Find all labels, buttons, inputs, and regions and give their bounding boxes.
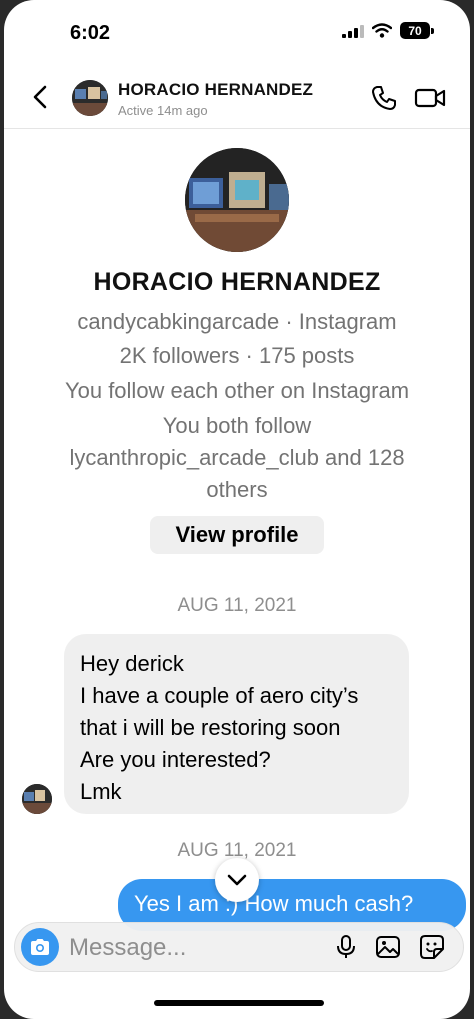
phone-icon[interactable] — [370, 84, 398, 112]
date-separator: AUG 11, 2021 — [177, 595, 297, 616]
arcade-photo-icon — [185, 148, 289, 252]
arcade-photo-icon — [22, 784, 52, 814]
message-line: Hey derick — [80, 651, 184, 676]
profile-handle: candycabkingarcade · Instagram — [77, 309, 397, 334]
arcade-photo-icon — [72, 80, 108, 116]
view-profile-button[interactable]: View profile — [150, 516, 324, 554]
chevron-down-icon — [227, 874, 247, 886]
battery-tip — [431, 27, 434, 34]
cellular-signal-icon — [342, 24, 364, 38]
profile-name: HORACIO HERNANDEZ — [93, 268, 381, 296]
image-icon[interactable] — [375, 934, 401, 960]
message-line: Lmk — [80, 779, 122, 804]
status-time: 6:02 — [70, 22, 111, 44]
camera-icon — [31, 939, 49, 955]
message-composer — [14, 922, 464, 972]
profile-stats: 2K followers · 175 posts — [119, 343, 355, 368]
header-title[interactable]: HORACIO HERNANDEZ — [118, 80, 313, 100]
battery-indicator: 70 — [400, 22, 430, 39]
mutual-follow-line: lycanthropic_arcade_club and 128 — [69, 445, 405, 470]
message-line: Are you interested? — [80, 747, 271, 772]
chevron-left-icon[interactable] — [30, 84, 52, 110]
follow-status: You follow each other on Instagram — [64, 378, 410, 403]
home-indicator — [154, 1000, 324, 1006]
message-line: I have a couple of aero city’s — [80, 683, 359, 708]
mutual-follow-line: You both follow — [162, 413, 312, 438]
received-message[interactable]: Hey derick I have a couple of aero city’… — [64, 634, 409, 814]
profile-avatar[interactable] — [185, 148, 289, 252]
camera-button[interactable] — [21, 928, 59, 966]
mutual-follow-line: others — [206, 477, 268, 502]
status-icons: 70 — [342, 22, 434, 39]
video-camera-icon[interactable] — [414, 84, 446, 112]
sender-avatar[interactable] — [22, 784, 52, 814]
active-status: Active 14m ago — [118, 103, 208, 118]
scroll-down-button[interactable] — [215, 858, 259, 902]
chat-header: HORACIO HERNANDEZ Active 14m ago — [4, 62, 470, 129]
microphone-icon[interactable] — [333, 934, 359, 960]
sticker-icon[interactable] — [419, 934, 445, 960]
wifi-icon — [372, 23, 392, 38]
phone-screen: 6:02 70 HORACIO HERNANDEZ Active 14m ago… — [4, 0, 470, 1019]
message-line: that i will be restoring soon — [80, 715, 341, 740]
status-bar: 6:02 70 — [4, 0, 470, 60]
avatar[interactable] — [72, 80, 108, 116]
message-input[interactable] — [67, 931, 311, 965]
